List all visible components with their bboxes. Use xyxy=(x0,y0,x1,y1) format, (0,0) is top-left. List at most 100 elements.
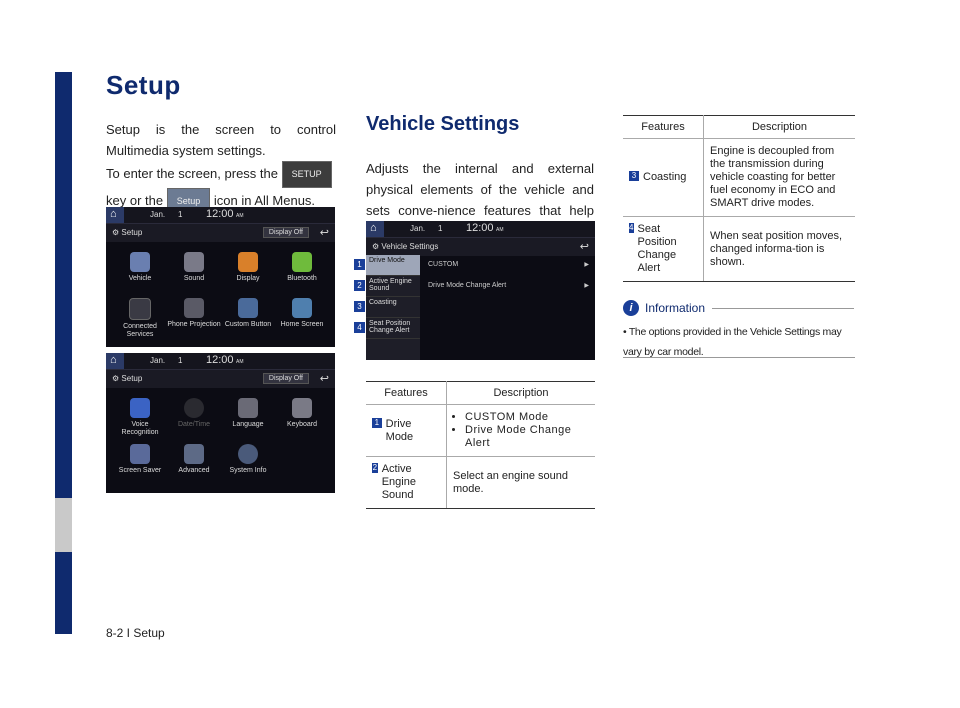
vehicle-settings-screen: Jan. 1 12:00 AM ⚙ Vehicle Settings ↩ Dri… xyxy=(366,221,595,360)
chapter-sidebar xyxy=(55,72,72,634)
tile-label: Display xyxy=(236,275,260,282)
home-icon[interactable] xyxy=(366,221,384,237)
screen-saver-icon xyxy=(130,444,150,464)
tile-vehicle[interactable]: Vehicle xyxy=(112,252,168,283)
tile-label: Bluetooth xyxy=(287,275,317,282)
header-description: Description xyxy=(446,381,595,405)
tile-label: Voice Recognition xyxy=(121,421,159,436)
setup-screen-1: Jan. 1 12:00 AM ⚙ Setup Display Off ↩ Ve… xyxy=(106,207,335,347)
vehicle-menu: Drive Mode Active Engine Sound Coasting … xyxy=(366,255,420,360)
tile-screen-saver[interactable]: Screen Saver xyxy=(112,444,168,475)
phone-projection-icon xyxy=(184,298,204,318)
back-icon[interactable]: ↩ xyxy=(580,240,589,253)
option-label: CUSTOM xyxy=(428,261,459,268)
menu-item-drive-mode[interactable]: Drive Mode xyxy=(366,255,420,276)
home-icon[interactable] xyxy=(106,207,124,223)
row-number: 3 xyxy=(629,171,639,181)
intro-para2-c: icon in All Menus. xyxy=(213,192,316,208)
feature-cell: 2 Active Engine Sound xyxy=(366,456,447,509)
feature-cell: 4 Seat Position Change Alert xyxy=(623,216,704,282)
tile-label: Sound xyxy=(183,275,205,282)
table-row: 3 Coasting Engine is decoupled from the t… xyxy=(623,138,855,217)
tile-bluetooth[interactable]: Bluetooth xyxy=(274,252,330,283)
status-bar: Jan. 1 12:00 AM xyxy=(106,353,335,370)
features-table-2: Features Description 3 Coasting Engine is… xyxy=(623,115,855,282)
back-icon[interactable]: ↩ xyxy=(320,226,329,239)
page-title: Setup xyxy=(106,70,181,100)
page-indicator xyxy=(106,341,335,347)
status-bar: Jan. 1 12:00 AM xyxy=(366,221,595,238)
tile-label: System Info xyxy=(229,467,267,474)
display-off-button[interactable]: Display Off xyxy=(262,227,309,238)
tile-custom-button[interactable]: Custom Button xyxy=(220,298,276,329)
header-features: Features xyxy=(623,115,704,139)
tile-sound[interactable]: Sound xyxy=(166,252,222,283)
tile-system-info[interactable]: System Info xyxy=(220,444,276,475)
tile-voice-recognition[interactable]: Voice Recognition xyxy=(112,398,168,437)
bluetooth-icon xyxy=(292,252,312,272)
intro-text: Setup is the screen to control Multimedi… xyxy=(106,119,336,215)
feature-name: Seat Position Change Alert xyxy=(637,223,677,274)
display-off-button[interactable]: Display Off xyxy=(262,373,309,384)
tile-label: Advanced xyxy=(178,467,210,474)
title-bar: ⚙ Vehicle Settings ↩ xyxy=(366,238,595,256)
keyboard-icon xyxy=(292,398,312,418)
option-row-custom[interactable]: CUSTOM ▶ xyxy=(428,261,589,268)
menu-item-seat-position[interactable]: Seat Position Change Alert xyxy=(366,318,420,339)
tile-date-time[interactable]: Date/Time xyxy=(166,398,222,429)
feature-name: Drive Mode xyxy=(385,417,414,443)
description-cell: CUSTOM ModeDrive Mode Change Alert xyxy=(446,404,595,457)
arrow-right-icon: ▶ xyxy=(584,262,589,268)
status-bar: Jan. 1 12:00 AM xyxy=(106,207,335,224)
callout-1: 1 xyxy=(354,259,365,270)
tile-connected-services[interactable]: Connected Services xyxy=(112,298,168,339)
info-icon: i xyxy=(623,300,639,316)
screen-title-text: Setup xyxy=(121,228,143,237)
tile-label: Custom Button xyxy=(224,321,272,328)
back-icon[interactable]: ↩ xyxy=(320,372,329,385)
info-text: • The options provided in the Vehicle Se… xyxy=(623,326,842,358)
advanced-icon xyxy=(184,444,204,464)
tile-phone-projection[interactable]: Phone Projection xyxy=(166,298,222,329)
feature-name: Active Engine Sound xyxy=(381,463,416,501)
screen-title: ⚙ Vehicle Settings xyxy=(372,242,439,251)
feature-name: Coasting xyxy=(643,171,687,183)
description-cell: Engine is decoupled from the transmissio… xyxy=(703,138,855,217)
callout-4: 4 xyxy=(354,322,365,333)
status-day: 1 xyxy=(178,210,183,219)
table-row: 4 Seat Position Change Alert When seat po… xyxy=(623,216,855,282)
info-bullet: The options provided in the Vehicle Sett… xyxy=(623,326,842,358)
tile-label: Screen Saver xyxy=(118,467,162,474)
tile-home-screen[interactable]: Home Screen xyxy=(274,298,330,329)
language-icon xyxy=(238,398,258,418)
info-bottom-divider xyxy=(623,357,855,358)
status-clock: 12:00 xyxy=(206,354,234,366)
callout-2: 2 xyxy=(354,280,365,291)
section-title: Vehicle Settings xyxy=(366,113,520,135)
tile-label: Vehicle xyxy=(128,275,152,282)
screen-title: ⚙ Setup xyxy=(112,374,143,383)
tile-label: Connected Services xyxy=(123,323,157,338)
tile-label: Keyboard xyxy=(287,421,317,428)
home-icon[interactable] xyxy=(106,353,124,369)
menu-item-coasting[interactable]: Coasting xyxy=(366,297,420,318)
status-month: Jan. xyxy=(150,356,166,365)
menu-item-active-engine-sound[interactable]: Active Engine Sound xyxy=(366,276,420,297)
home-screen-icon xyxy=(292,298,312,318)
tile-label: Phone Projection xyxy=(167,321,221,328)
tile-language[interactable]: Language xyxy=(220,398,276,429)
page-footer: 8-2 I Setup xyxy=(106,626,165,640)
tile-display[interactable]: Display xyxy=(220,252,276,283)
feature-cell: 3 Coasting xyxy=(623,138,704,217)
callout-3: 3 xyxy=(354,301,365,312)
feature-cell: 1 Drive Mode xyxy=(366,404,447,457)
option-row-drive-mode-change-alert[interactable]: Drive Mode Change Alert ▶ xyxy=(428,282,589,289)
status-day: 1 xyxy=(438,224,443,233)
tile-keyboard[interactable]: Keyboard xyxy=(274,398,330,429)
intro-para1: Setup is the screen to control Multimedi… xyxy=(106,122,336,158)
screen-title-text: Setup xyxy=(121,374,143,383)
status-ampm: AM xyxy=(496,227,504,233)
tile-advanced[interactable]: Advanced xyxy=(166,444,222,475)
intro-para2-a: To enter the screen, press the xyxy=(106,165,278,181)
title-bar: ⚙ Setup Display Off ↩ xyxy=(106,370,335,388)
